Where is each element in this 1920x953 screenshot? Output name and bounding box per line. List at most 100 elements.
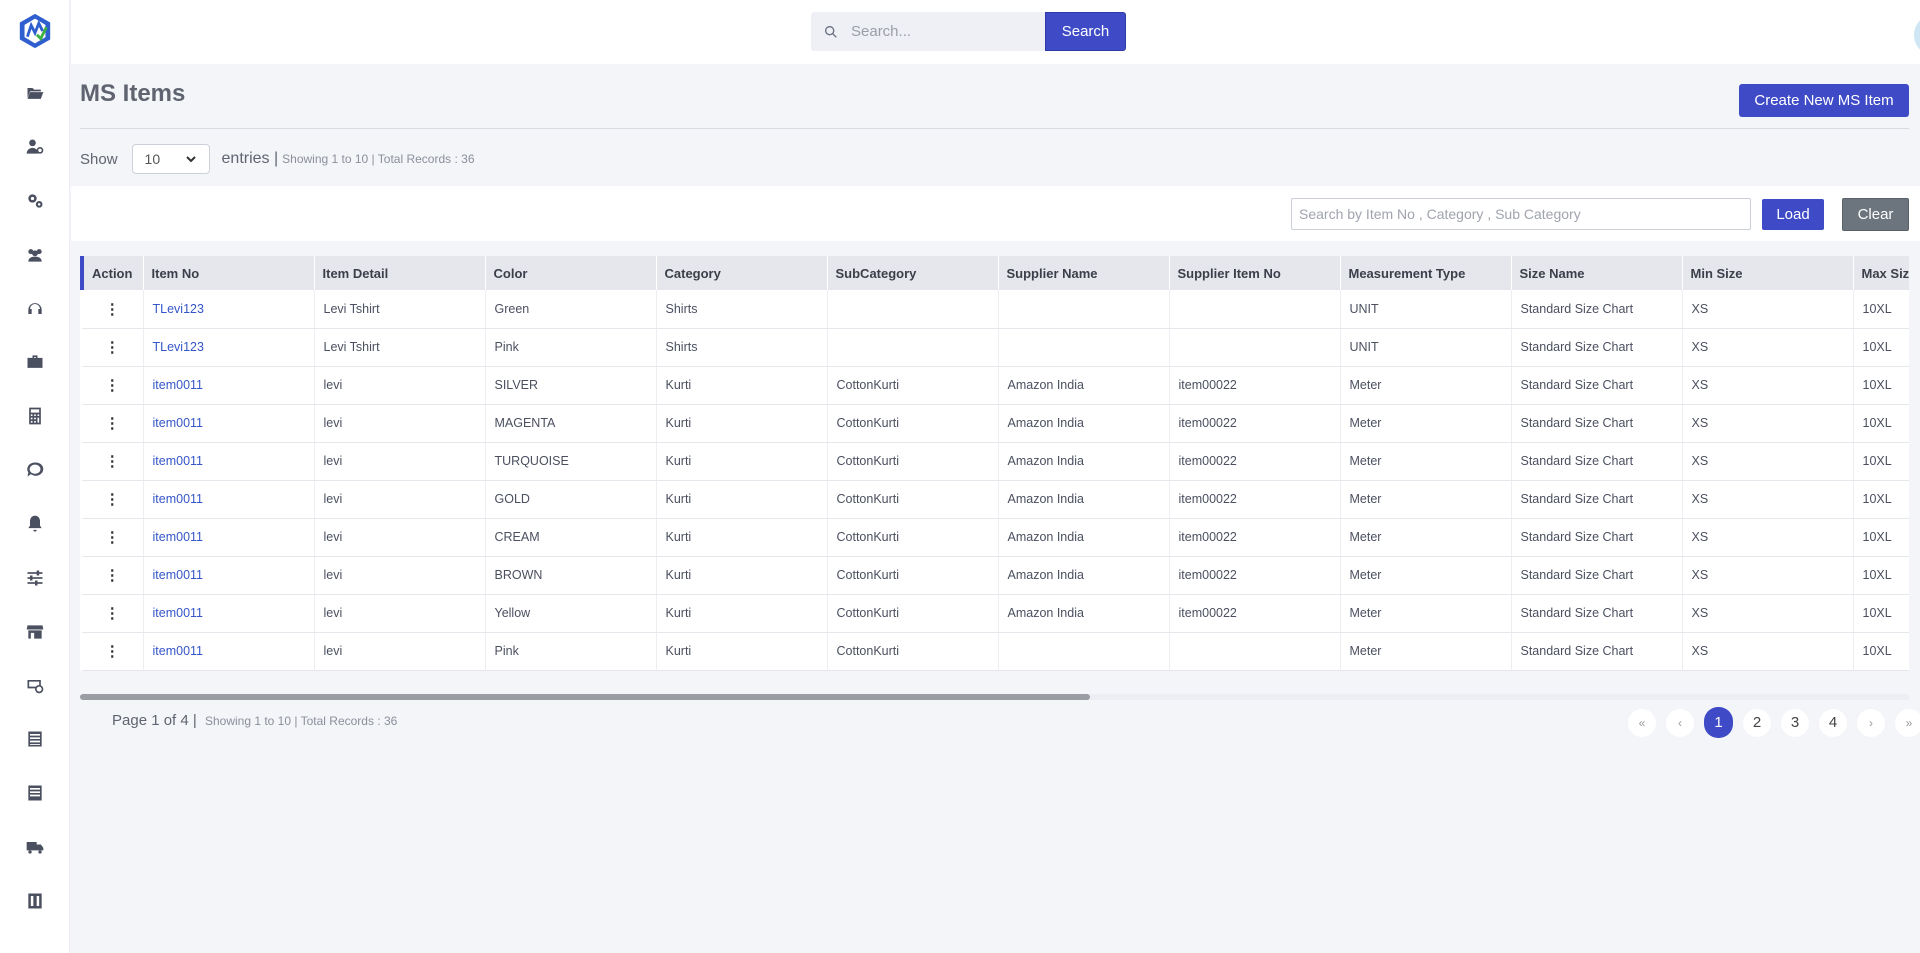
bell-icon[interactable] [24,513,46,535]
item-detail-cell: levi [314,480,486,519]
color-cell: GOLD [485,480,657,519]
item-no-link[interactable]: item0011 [153,606,204,620]
measurement-type-cell: Meter [1340,480,1512,519]
subcategory-cell: CottonKurti [827,594,999,633]
color-cell: TURQUOISE [485,442,657,481]
page-button-4[interactable]: 4 [1819,708,1847,737]
row-action-menu[interactable]: ⋮ [82,290,144,329]
item-no-link[interactable]: item0011 [153,378,204,392]
row-action-menu[interactable]: ⋮ [82,556,144,595]
folder-open-icon[interactable] [24,82,46,104]
user-gear-icon[interactable] [24,136,46,158]
search-button[interactable]: Search [1045,12,1126,51]
item-no-link[interactable]: TLevi123 [153,340,204,354]
page-size-select[interactable]: 10 [131,144,210,174]
last-page-button[interactable]: » [1895,708,1920,737]
row-action-menu[interactable]: ⋮ [82,328,144,367]
store-icon[interactable] [24,621,46,643]
calculator-icon[interactable] [24,405,46,427]
item-no-link[interactable]: item0011 [153,568,204,582]
scrollbar-thumb[interactable] [80,694,1090,700]
column-header-measurement-type[interactable]: Measurement Type [1340,256,1512,290]
item-no-cell: item0011 [143,556,315,595]
user-avatar-icon [1914,20,1920,50]
supplier-name-cell [998,290,1170,329]
pagination-info: Page 1 of 4 | Showing 1 to 10 | Total Re… [112,712,397,729]
warehouse-icon[interactable] [24,890,46,912]
supplier-name-cell: Amazon India [998,480,1170,519]
table-row[interactable]: ⋮ item0011 levi CREAM Kurti CottonKurti Amazon… [82,518,1909,557]
column-header-action[interactable]: Action [80,256,144,290]
sliders-icon[interactable] [24,567,46,589]
table-row[interactable]: ⋮ item0011 levi Pink Kurti CottonKurti Meter St… [82,632,1909,671]
list-icon[interactable] [24,782,46,804]
item-no-link[interactable]: item0011 [153,492,204,506]
money-icon[interactable] [24,674,46,696]
cogs-icon[interactable] [24,190,46,212]
item-no-cell: item0011 [143,366,315,405]
chat-icon[interactable] [24,459,46,481]
row-action-menu[interactable]: ⋮ [82,518,144,557]
category-cell: Kurti [656,480,828,519]
next-page-button[interactable]: › [1857,708,1885,737]
table-row[interactable]: ⋮ item0011 levi MAGENTA Kurti CottonKurti Amaz… [82,404,1909,443]
min-size-cell: XS [1682,480,1854,519]
headset-icon[interactable] [24,298,46,320]
row-action-menu[interactable]: ⋮ [82,366,144,405]
column-header-size-name[interactable]: Size Name [1511,256,1683,290]
row-action-menu[interactable]: ⋮ [82,632,144,671]
item-no-link[interactable]: TLevi123 [153,302,204,316]
color-cell: MAGENTA [485,404,657,443]
column-header-category[interactable]: Category [656,256,828,290]
color-cell: Green [485,290,657,329]
column-header-supplier-item-no[interactable]: Supplier Item No [1169,256,1341,290]
column-header-subcategory[interactable]: SubCategory [827,256,999,290]
clear-button[interactable]: Clear [1842,198,1909,231]
supplier-item-no-cell: item00022 [1169,404,1341,443]
avatar[interactable] [1914,14,1920,56]
supplier-name-cell: Amazon India [998,594,1170,633]
row-action-menu[interactable]: ⋮ [82,442,144,481]
users-icon[interactable] [24,244,46,266]
app-logo-icon[interactable] [16,12,54,50]
column-header-item-no[interactable]: Item No [143,256,315,290]
row-action-menu[interactable]: ⋮ [82,480,144,519]
column-header-supplier-name[interactable]: Supplier Name [998,256,1170,290]
briefcase-icon[interactable] [24,351,46,373]
color-cell: SILVER [485,366,657,405]
row-action-menu[interactable]: ⋮ [82,594,144,633]
first-page-button[interactable]: « [1628,708,1656,737]
max-size-cell: 10XL [1853,518,1909,557]
table-row[interactable]: ⋮ item0011 levi Yellow Kurti CottonKurti Amazo… [82,594,1909,633]
column-header-color[interactable]: Color [485,256,657,290]
table-row[interactable]: ⋮ item0011 levi SILVER Kurti CottonKurti Amazo… [82,366,1909,405]
column-header-min-size[interactable]: Min Size [1682,256,1854,290]
row-action-menu[interactable]: ⋮ [82,404,144,443]
table-row[interactable]: ⋮ item0011 levi BROWN Kurti CottonKurti Amazon… [82,556,1909,595]
item-search-input[interactable] [1291,198,1751,230]
column-header-max-size[interactable]: Max Size [1853,256,1909,290]
page-button-2[interactable]: 2 [1743,708,1771,737]
page-button-1[interactable]: 1 [1704,707,1733,738]
create-new-item-button[interactable]: Create New MS Item [1739,84,1909,117]
color-cell: CREAM [485,518,657,557]
receipt-icon[interactable] [24,728,46,750]
item-no-link[interactable]: item0011 [153,454,204,468]
table-row[interactable]: ⋮ TLevi123 Levi Tshirt Green Shirts UNIT Stand… [82,290,1909,329]
load-button[interactable]: Load [1762,199,1824,230]
page-button-3[interactable]: 3 [1781,708,1809,737]
item-no-link[interactable]: item0011 [153,530,204,544]
item-no-cell: item0011 [143,594,315,633]
table-row[interactable]: ⋮ TLevi123 Levi Tshirt Pink Shirts UNIT Standa… [82,328,1909,367]
table-row[interactable]: ⋮ item0011 levi TURQUOISE Kurti CottonKurti Am… [82,442,1909,481]
item-no-link[interactable]: item0011 [153,416,204,430]
horizontal-scrollbar[interactable] [80,694,1909,700]
column-header-item-detail[interactable]: Item Detail [314,256,486,290]
table-row[interactable]: ⋮ item0011 levi GOLD Kurti CottonKurti Amazon … [82,480,1909,519]
search-input[interactable] [851,23,1031,40]
pagination-summary: Showing 1 to 10 | Total Records : 36 [204,714,398,728]
category-cell: Kurti [656,366,828,405]
prev-page-button[interactable]: ‹ [1666,708,1694,737]
item-no-link[interactable]: item0011 [153,644,204,658]
truck-icon[interactable] [24,836,46,858]
